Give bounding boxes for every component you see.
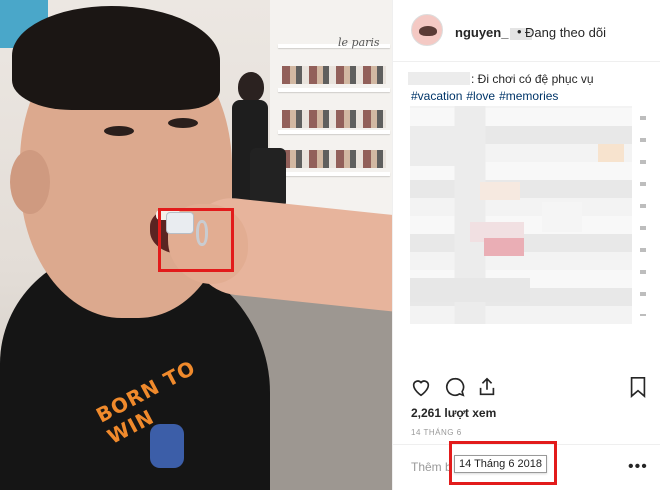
comment-input[interactable]: Thêm b [411, 460, 452, 474]
store-sign: le paris [338, 36, 380, 49]
hashtag-link[interactable]: #memories [499, 89, 558, 103]
post-photo[interactable]: le paris BORN TO WIN [0, 0, 392, 490]
man-hair [12, 6, 220, 110]
post-date[interactable]: 14 THÁNG 6 [411, 428, 462, 437]
blur-tile [480, 182, 520, 200]
blurred-side-marks [640, 116, 646, 316]
post-actions [410, 376, 650, 402]
man-eye [168, 118, 198, 128]
blur-tile [598, 144, 624, 162]
highlight-box-ring [158, 208, 234, 272]
man-eye [104, 126, 134, 136]
shirt-graphic [150, 424, 184, 468]
avatar[interactable] [411, 14, 443, 46]
hashtag-link[interactable]: #vacation [411, 89, 462, 103]
following-button[interactable]: Đang theo dõi [525, 25, 606, 40]
heart-icon[interactable] [410, 376, 432, 398]
shelf-products [282, 110, 386, 128]
blur-tile [484, 238, 524, 256]
header-separator: • [517, 24, 522, 39]
blur-tile [410, 126, 470, 166]
caption-username-redaction [408, 72, 470, 85]
post-header: nguyen_ • Đang theo dõi [393, 0, 660, 62]
blur-tile [410, 278, 530, 302]
share-icon[interactable] [476, 376, 498, 398]
blur-tile [542, 202, 582, 232]
more-options-icon[interactable]: ••• [628, 458, 648, 476]
highlight-box-date [449, 441, 557, 485]
view-count[interactable]: 2,261 lượt xem [411, 406, 496, 420]
username-text[interactable]: nguyen_ [455, 25, 508, 40]
store-shelf [278, 88, 390, 92]
shelf-products [282, 150, 386, 168]
comment-icon[interactable] [444, 376, 466, 398]
store-shelf [278, 130, 390, 134]
caption-text: : Đi chơi có đệ phục vụ [471, 72, 594, 86]
hashtags: #vacation #love #memories [411, 89, 562, 103]
man-ear [10, 150, 50, 214]
store-shelf [278, 172, 390, 176]
background-bag [250, 148, 286, 208]
shelf-products [282, 66, 386, 84]
bookmark-icon[interactable] [628, 376, 648, 398]
hashtag-link[interactable]: #love [466, 89, 495, 103]
blurred-comments [410, 106, 632, 324]
